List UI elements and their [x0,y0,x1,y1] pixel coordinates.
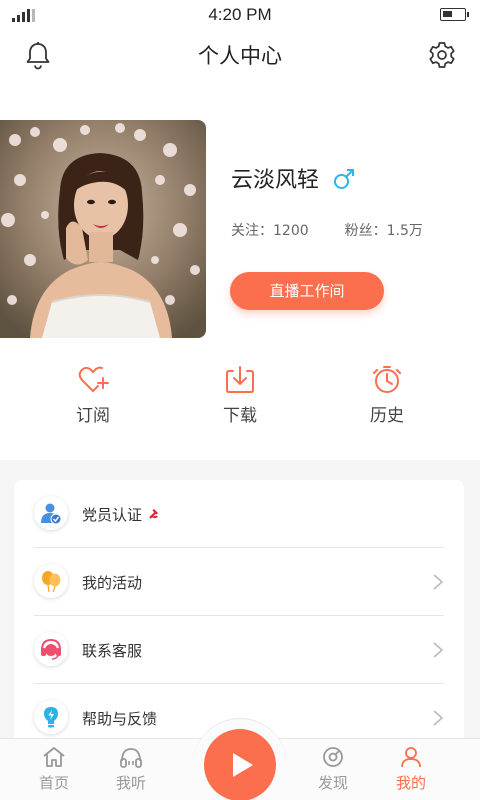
avatar[interactable] [0,120,206,338]
gear-icon[interactable] [426,39,458,71]
quick-download-label: 下载 [223,406,257,426]
headphones-icon [120,748,142,768]
play-button[interactable] [204,729,276,800]
quick-history[interactable]: 历史 [347,365,427,426]
fans-label: 粉丝： [344,223,387,239]
following-count[interactable]: 1200 [273,223,309,239]
nickname: 云淡风轻 [231,168,320,193]
menu-item-party-member[interactable]: 党员认证 [34,480,444,548]
party-member-icon [34,496,68,530]
profile-screen: 4:20 PM 个人中心 云淡风轻 关注：1200 粉丝：1.5万 直播工作间 … [0,0,480,800]
headset-icon [34,632,68,666]
chevron-right-icon [433,710,444,726]
quick-history-label: 历史 [370,406,404,426]
menu-item-label: 党员认证 [82,504,161,525]
tab-listen[interactable]: 我听 [101,745,161,793]
app-header: 个人中心 [0,30,480,80]
user-icon [401,747,421,768]
male-icon [334,169,354,189]
status-time: 4:20 PM [208,5,272,24]
download-icon [226,366,254,393]
tab-mine-label: 我的 [395,774,426,792]
quick-download[interactable]: 下载 [200,365,280,426]
menu-item-label: 我的活动 [82,574,143,592]
quick-subscribe[interactable]: 订阅 [53,365,133,426]
status-bar: 4:20 PM [0,0,480,30]
home-icon [43,747,65,767]
heart-plus-icon [78,366,109,392]
chevron-right-icon [433,642,444,658]
follow-stats: 关注：1200 粉丝：1.5万 [231,220,423,240]
profile-section: 云淡风轻 关注：1200 粉丝：1.5万 直播工作间 订阅 下载 历史 [0,80,480,460]
balloon-icon [34,564,68,598]
fans-count[interactable]: 1.5万 [387,223,423,239]
live-studio-button[interactable]: 直播工作间 [230,272,384,310]
discover-icon [323,747,343,767]
page-title: 个人中心 [198,44,282,68]
tab-discover[interactable]: 发现 [303,745,363,793]
play-icon [233,753,253,777]
chevron-right-icon [433,574,444,590]
menu-item-label: 联系客服 [82,642,143,660]
tab-home-label: 首页 [38,774,69,792]
tab-discover-label: 发现 [317,774,348,792]
menu-item-my-activities[interactable]: 我的活动 [34,548,444,616]
tab-home[interactable]: 首页 [24,745,84,793]
menu-item-label: 帮助与反馈 [82,710,158,728]
battery-icon [440,8,469,21]
following-label: 关注： [231,223,273,239]
quick-subscribe-label: 订阅 [76,406,110,426]
menu-item-customer-service[interactable]: 联系客服 [34,616,444,684]
history-clock-icon [373,366,401,393]
tab-listen-label: 我听 [115,774,146,792]
hammer-sickle-icon [146,507,161,521]
lightbulb-icon [34,700,68,734]
tab-mine[interactable]: 我的 [381,745,441,793]
